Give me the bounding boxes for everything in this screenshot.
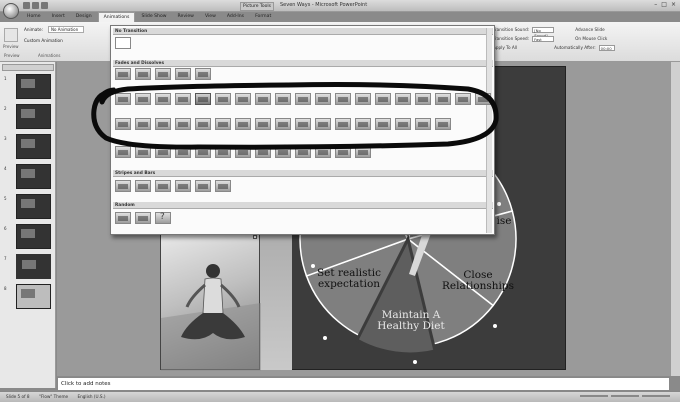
preview-button-label: Preview (3, 44, 19, 49)
selection-handle (413, 360, 417, 364)
slides-outline-tabs[interactable] (2, 64, 54, 71)
preview-group-label: Preview (4, 53, 20, 58)
stripe-transition-icon[interactable] (175, 180, 191, 192)
section-stripes-bars: Stripes and Bars (113, 170, 493, 177)
slide-thumbnail[interactable] (16, 134, 51, 159)
tab-animations[interactable]: Animations (97, 12, 136, 22)
tab-format[interactable]: Format (250, 12, 276, 22)
label-set-realistic-expectation[interactable]: Set realistic expectation (313, 268, 385, 290)
tab-design[interactable]: Design (71, 12, 97, 22)
transition-sound-dropdown[interactable]: [No Sound] (532, 26, 555, 38)
window-title: Seven Ways - Microsoft PowerPoint (280, 2, 368, 8)
ribbon-tabs: Home Insert Design Animations Slide Show… (22, 12, 276, 22)
slides-panel: 1 2 3 4 5 6 7 8 (0, 62, 56, 388)
selection-handle (497, 202, 501, 206)
section-fades-dissolves: Fades and Dissolves (113, 60, 493, 67)
automatically-after-checkbox[interactable]: Automatically After: (554, 45, 596, 50)
theme-name: "Flow" Theme (38, 394, 69, 399)
tab-slide-show[interactable]: Slide Show (136, 12, 171, 22)
label-maintain-healthy-diet[interactable]: Maintain A Healthy Diet (377, 310, 445, 332)
selection-handle (323, 336, 327, 340)
slide-thumbnail[interactable] (16, 104, 51, 129)
stripe-transition-icon[interactable] (155, 180, 171, 192)
slide-thumbnail-selected[interactable] (16, 254, 51, 279)
picture-tools-context-tab: Picture Tools (240, 2, 274, 11)
tab-add-ins[interactable]: Add-Ins (222, 12, 249, 22)
label-close-relationships[interactable]: Close Relationships (436, 270, 520, 292)
automatically-after-input[interactable]: 00:00 (598, 44, 615, 51)
maximize-button[interactable]: □ (661, 1, 667, 8)
slide-number: 4 (4, 166, 7, 171)
section-no-transition: No Transition (113, 28, 493, 35)
slide-thumbnail[interactable] (16, 224, 51, 249)
tab-home[interactable]: Home (22, 12, 46, 22)
minimize-button[interactable]: – (654, 1, 657, 8)
office-button[interactable] (3, 3, 19, 19)
on-mouse-click-checkbox[interactable]: On Mouse Click (575, 36, 607, 41)
random-bars-icon[interactable] (115, 212, 131, 224)
fade-transition-icon[interactable] (135, 68, 151, 80)
animations-group-label: Animations (38, 53, 61, 58)
tab-view[interactable]: View (200, 12, 221, 22)
tab-insert[interactable]: Insert (47, 12, 70, 22)
fade-transition-icon[interactable] (195, 68, 211, 80)
label-exercise-partial[interactable]: ise (492, 216, 516, 227)
preview-button[interactable] (4, 28, 18, 42)
stripe-transition-icon[interactable] (135, 180, 151, 192)
transition-sound-label: Transition Sound: (493, 27, 530, 32)
animate-label: Animate: (24, 27, 43, 32)
custom-animation-button[interactable]: Custom Animation (24, 38, 63, 43)
tab-review[interactable]: Review (173, 12, 199, 22)
selection-handle (493, 324, 497, 328)
slide-number: 8 (4, 286, 7, 291)
apply-to-all-button[interactable]: Apply To All (493, 45, 517, 50)
slide-thumbnail[interactable] (16, 194, 51, 219)
slide-number: 6 (4, 226, 7, 231)
slide-thumbnail[interactable] (16, 74, 51, 99)
vertical-scrollbar[interactable] (670, 62, 680, 376)
save-icon[interactable] (23, 2, 30, 9)
slide-number: 1 (4, 76, 7, 81)
transition-speed-dropdown[interactable]: Fast (532, 35, 555, 42)
slide-thumbnail[interactable] (16, 164, 51, 189)
close-button[interactable]: × (671, 1, 676, 8)
slide-number: 5 (4, 196, 7, 201)
slide-number: 7 (4, 256, 7, 261)
slide-thumbnail[interactable] (16, 284, 51, 309)
random-bars-vertical-icon[interactable] (135, 212, 151, 224)
resize-handle[interactable] (253, 235, 257, 239)
redo-icon[interactable] (41, 2, 48, 9)
slide-number: 3 (4, 136, 7, 141)
no-transition-icon[interactable] (115, 37, 131, 49)
slide-counter: Slide 5 of 8 (6, 394, 30, 399)
slide-number: 2 (4, 106, 7, 111)
fade-transition-icon[interactable] (175, 68, 191, 80)
advance-slide-label: Advance Slide (575, 27, 605, 32)
notes-pane[interactable]: Click to add notes (57, 377, 670, 391)
stripe-transition-icon[interactable] (195, 180, 211, 192)
section-random: Random (113, 202, 493, 209)
zoom-control[interactable] (580, 393, 670, 399)
stripe-transition-icon[interactable] (215, 180, 231, 192)
quick-access-toolbar (23, 2, 48, 10)
status-bar: Slide 5 of 8 "Flow" Theme English (U.S.) (0, 391, 680, 402)
highlight-oval-annotation (91, 82, 499, 150)
random-transition-icon[interactable] (155, 212, 171, 224)
transition-speed-label: Transition Speed: (493, 36, 530, 41)
stripe-transition-icon[interactable] (115, 180, 131, 192)
transition-options: Transition Sound: [No Sound] Advance Sli… (493, 25, 678, 59)
meditation-photo[interactable] (160, 232, 261, 371)
undo-icon[interactable] (32, 2, 39, 9)
language-indicator: English (U.S.) (77, 394, 106, 399)
animate-dropdown[interactable]: No Animation (48, 26, 84, 33)
fade-transition-icon[interactable] (115, 68, 131, 80)
fade-transition-icon[interactable] (155, 68, 171, 80)
window-controls: – □ × (654, 1, 676, 8)
